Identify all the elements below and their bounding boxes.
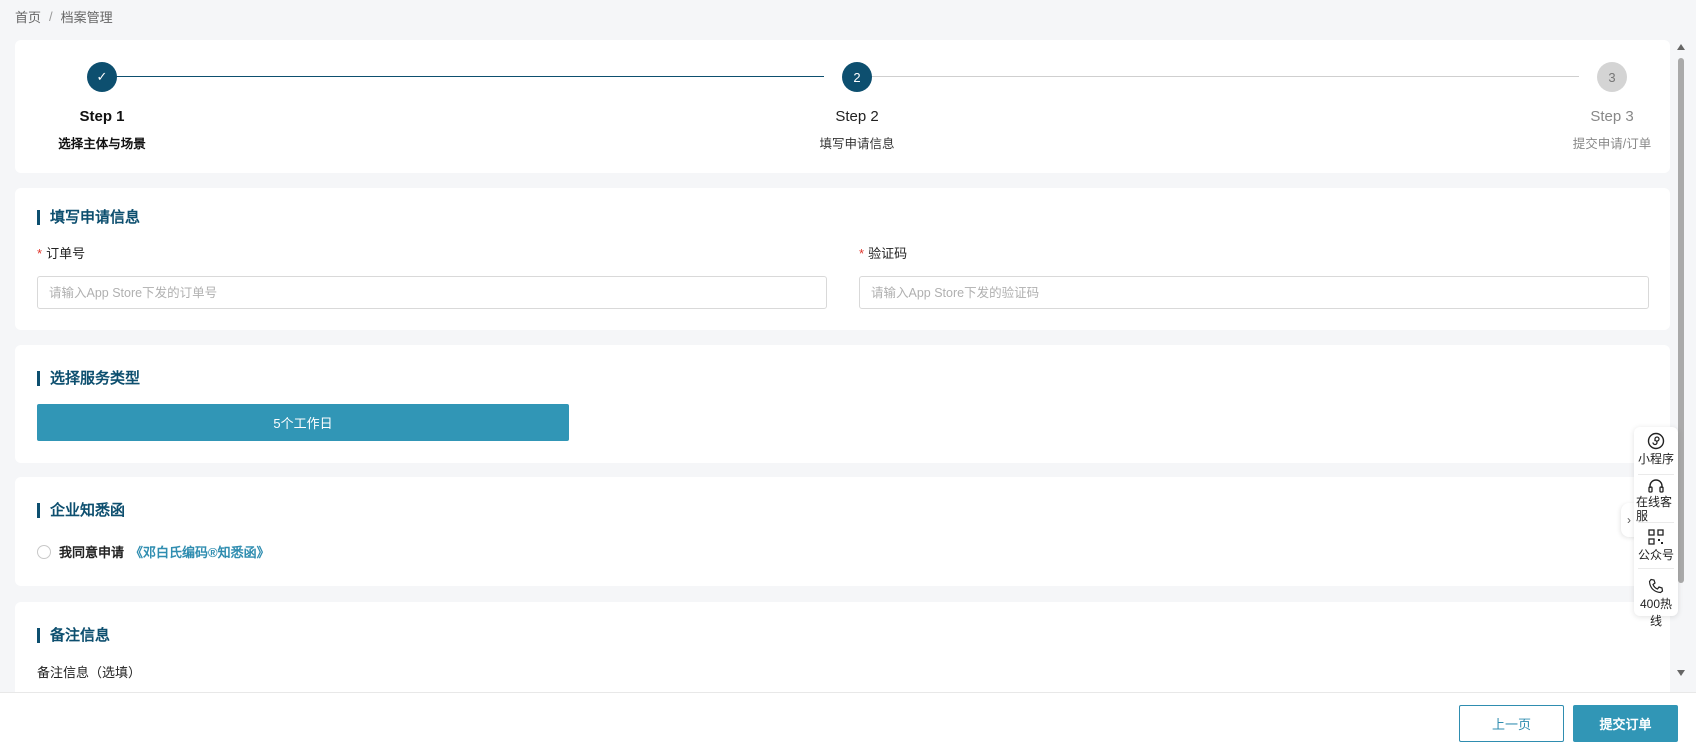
scroll-up-arrow-icon[interactable] (1677, 44, 1685, 50)
side-divider (1638, 522, 1674, 523)
breadcrumb-home[interactable]: 首页 (15, 7, 41, 26)
required-mark: * (37, 246, 43, 261)
step-2-title: Step 2 (835, 108, 879, 125)
bottom-action-bar: 上一页 提交订单 (0, 692, 1696, 750)
breadcrumb: 首页 / 档案管理 (15, 6, 113, 26)
agree-row: 我同意申请 《邓白氏编码®知悉函》 (37, 542, 270, 561)
verification-code-input[interactable] (859, 276, 1649, 309)
scrollbar-thumb[interactable] (1678, 58, 1684, 583)
remark-label: 备注信息（选填） (37, 665, 142, 680)
content-area: 首页 / 档案管理 ✓ Step 1 选择主体与场景 2 Step 2 填写申请… (0, 0, 1686, 692)
side-divider (1638, 568, 1674, 569)
step-1: ✓ Step 1 选择主体与场景 (32, 62, 172, 152)
step-1-desc: 选择主体与场景 (58, 137, 146, 151)
previous-page-button[interactable]: 上一页 (1459, 705, 1564, 742)
breadcrumb-separator: / (49, 8, 53, 24)
verification-code-label-text: 验证码 (868, 246, 908, 261)
order-number-label: * 订单号 (37, 243, 85, 262)
step-3-title: Step 3 (1590, 108, 1634, 125)
service-option-5-days[interactable]: 5个工作日 (37, 404, 569, 441)
check-icon: ✓ (87, 62, 117, 92)
step-2-number: 2 (842, 62, 872, 92)
qr-code-icon (1648, 529, 1664, 545)
mini-program-icon (1647, 432, 1665, 450)
stepper: ✓ Step 1 选择主体与场景 2 Step 2 填写申请信息 3 Step … (15, 40, 1670, 173)
chevron-right-icon: › (1627, 513, 1631, 527)
side-item-mini-program[interactable]: 小程序 (1634, 432, 1678, 467)
step-2: 2 Step 2 填写申请信息 (787, 62, 927, 152)
step-3-number: 3 (1597, 62, 1627, 92)
step-3-desc: 提交申请/订单 (1572, 137, 1652, 151)
step-connector-2 (865, 76, 1579, 77)
notice-letter-link[interactable]: 《邓白氏编码®知悉函》 (130, 542, 270, 561)
side-divider (1638, 474, 1674, 475)
breadcrumb-current: 档案管理 (60, 9, 113, 25)
side-item-hotline-label: 400热线 (1639, 597, 1673, 628)
side-item-official-account-label: 公众号 (1637, 548, 1674, 562)
application-info-section: 填写申请信息 *订单号 *验证码 (15, 188, 1670, 330)
agree-radio[interactable] (37, 544, 51, 559)
side-item-hotline[interactable]: 400热线 (1634, 577, 1678, 629)
remark-section: 备注信息 备注信息（选填） (15, 602, 1670, 692)
submit-order-button[interactable]: 提交订单 (1573, 705, 1678, 742)
side-panel: 小程序 在线客服 公众号 400热线 (1634, 427, 1678, 628)
step-1-title: Step 1 (79, 108, 125, 125)
step-2-desc: 填写申请信息 (819, 137, 895, 151)
side-item-mini-program-label: 小程序 (1637, 452, 1674, 466)
section-title-remark: 备注信息 (37, 628, 110, 643)
side-item-online-service[interactable]: 在线客服 (1634, 477, 1678, 523)
headset-icon (1648, 479, 1664, 493)
scroll-down-arrow-icon[interactable] (1677, 670, 1685, 676)
page: 首页 / 档案管理 ✓ Step 1 选择主体与场景 2 Step 2 填写申请… (0, 0, 1696, 750)
phone-icon (1648, 578, 1664, 594)
section-title-service: 选择服务类型 (37, 371, 140, 386)
verification-code-label: * 验证码 (859, 243, 907, 262)
service-type-section: 选择服务类型 5个工作日 (15, 345, 1670, 463)
side-item-online-service-label: 在线客服 (1636, 495, 1673, 523)
order-number-input[interactable] (37, 276, 827, 309)
order-number-label-text: 订单号 (46, 246, 86, 261)
section-title-application: 填写申请信息 (37, 210, 140, 225)
section-title-notice: 企业知悉函 (37, 503, 125, 518)
agree-text: 我同意申请 (59, 545, 125, 560)
step-3: 3 Step 3 提交申请/订单 (1542, 62, 1682, 152)
enterprise-notice-section: 企业知悉函 我同意申请 《邓白氏编码®知悉函》 (15, 477, 1670, 586)
side-item-official-account[interactable]: 公众号 (1634, 528, 1678, 563)
required-mark: * (859, 246, 865, 261)
step-connector-1 (110, 76, 824, 77)
